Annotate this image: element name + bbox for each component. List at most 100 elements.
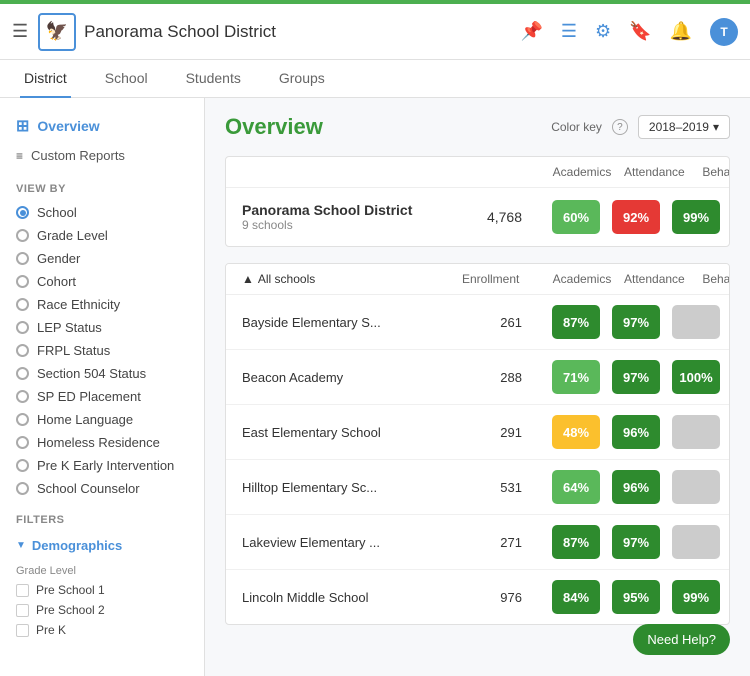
- need-help-button[interactable]: Need Help?: [633, 624, 730, 655]
- th-behavior: Behavior: [696, 272, 730, 286]
- radio-cohort[interactable]: [16, 275, 29, 288]
- checkbox-preschool2-box[interactable]: [16, 604, 29, 617]
- filters-label: FILTERS: [0, 500, 204, 532]
- sidebar: ⊞ Overview ≡ Custom Reports VIEW BY Scho…: [0, 98, 205, 676]
- bell-icon[interactable]: 🔔: [670, 21, 692, 42]
- school-name: East Elementary School: [242, 425, 462, 440]
- radio-race-ethnicity[interactable]: [16, 298, 29, 311]
- radio-frpl-status[interactable]: [16, 344, 29, 357]
- custom-reports-label: Custom Reports: [31, 148, 125, 163]
- main-content: Overview Color key ? 2018–2019 ▾ Academi…: [205, 98, 750, 676]
- district-metric-headers: Academics Attendance Behavior SEL: [552, 165, 730, 179]
- logo-area: 🦅 Panorama School District: [38, 13, 276, 51]
- table-row[interactable]: Bayside Elementary S... 261 87% 97% 60%: [226, 295, 729, 350]
- dropdown-chevron-icon: ▾: [713, 120, 719, 134]
- radio-homeless-residence[interactable]: [16, 436, 29, 449]
- label-lep-status: LEP Status: [37, 320, 102, 335]
- district-enrollment: 4,768: [462, 209, 552, 225]
- year-label: 2018–2019: [649, 120, 709, 134]
- badge-behavior: [672, 525, 720, 559]
- tab-groups[interactable]: Groups: [275, 60, 329, 98]
- nav-tabs: District School Students Groups: [0, 60, 750, 98]
- district-academics-badge: 60%: [552, 200, 600, 234]
- district-attendance-badge: 92%: [612, 200, 660, 234]
- radio-lep-status[interactable]: [16, 321, 29, 334]
- pin-icon[interactable]: 📌: [520, 21, 542, 42]
- avatar[interactable]: T: [710, 18, 738, 46]
- bookmark-icon[interactable]: 🔖: [629, 21, 651, 42]
- district-overview-card: Academics Attendance Behavior SEL Panora…: [225, 156, 730, 247]
- sidebar-item-sped-placement[interactable]: SP ED Placement: [0, 385, 204, 408]
- badge-behavior: [672, 470, 720, 504]
- table-row[interactable]: Lakeview Elementary ... 271 87% 97%: [226, 515, 729, 570]
- checkbox-preschool2[interactable]: Pre School 2: [0, 600, 204, 620]
- school-enrollment: 291: [462, 425, 552, 440]
- sidebar-item-504-status[interactable]: Section 504 Status: [0, 362, 204, 385]
- district-name: Panorama School District: [242, 202, 462, 218]
- grade-level-filter-label: Grade Level: [0, 559, 204, 580]
- sidebar-item-frpl-status[interactable]: FRPL Status: [0, 339, 204, 362]
- checkbox-prek-box[interactable]: [16, 624, 29, 637]
- radio-gender[interactable]: [16, 252, 29, 265]
- radio-home-language[interactable]: [16, 413, 29, 426]
- row-badges: 84% 95% 99% 85%: [552, 580, 730, 614]
- checkbox-preschool1[interactable]: Pre School 1: [0, 580, 204, 600]
- sidebar-item-cohort[interactable]: Cohort: [0, 270, 204, 293]
- hamburger-icon[interactable]: ☰: [12, 21, 28, 42]
- district-behavior-badge: 99%: [672, 200, 720, 234]
- demographics-filter-header[interactable]: ▼ Demographics: [0, 532, 204, 559]
- sidebar-item-gender[interactable]: Gender: [0, 247, 204, 270]
- badge-attendance: 96%: [612, 415, 660, 449]
- badge-attendance: 95%: [612, 580, 660, 614]
- tab-students[interactable]: Students: [182, 60, 245, 98]
- radio-school[interactable]: [16, 206, 29, 219]
- sidebar-item-race-ethnicity[interactable]: Race Ethnicity: [0, 293, 204, 316]
- checkbox-preschool1-box[interactable]: [16, 584, 29, 597]
- school-enrollment: 261: [462, 315, 552, 330]
- filter-icon[interactable]: ☰: [561, 21, 577, 42]
- badge-behavior: 100%: [672, 360, 720, 394]
- radio-prek-early-intervention[interactable]: [16, 459, 29, 472]
- label-school: School: [37, 205, 77, 220]
- radio-school-counselor[interactable]: [16, 482, 29, 495]
- tab-school[interactable]: School: [101, 60, 152, 98]
- sidebar-item-school[interactable]: School: [0, 201, 204, 224]
- tab-district[interactable]: District: [20, 60, 71, 98]
- label-school-counselor: School Counselor: [37, 481, 140, 496]
- sidebar-item-custom-reports[interactable]: ≡ Custom Reports: [0, 142, 204, 169]
- table-row[interactable]: Hilltop Elementary Sc... 531 64% 96% 86%: [226, 460, 729, 515]
- badge-academics: 87%: [552, 305, 600, 339]
- radio-grade-level[interactable]: [16, 229, 29, 242]
- table-row[interactable]: Beacon Academy 288 71% 97% 100% 49%: [226, 350, 729, 405]
- top-bar: ☰ 🦅 Panorama School District 📌 ☰ ⚙ 🔖 🔔 T: [0, 4, 750, 60]
- label-gender: Gender: [37, 251, 80, 266]
- table-row[interactable]: Lincoln Middle School 976 84% 95% 99% 85…: [226, 570, 729, 624]
- top-icons: 📌 ☰ ⚙ 🔖 🔔 T: [520, 18, 738, 46]
- row-badges: 48% 96% 61%: [552, 415, 730, 449]
- sidebar-item-lep-status[interactable]: LEP Status: [0, 316, 204, 339]
- sidebar-item-homeless-residence[interactable]: Homeless Residence: [0, 431, 204, 454]
- sidebar-item-overview[interactable]: ⊞ Overview: [0, 110, 204, 142]
- badge-behavior: 99%: [672, 580, 720, 614]
- label-frpl-status: FRPL Status: [37, 343, 110, 358]
- schools-table: ▲ All schools Enrollment Academics Atten…: [225, 263, 730, 625]
- row-badges: 87% 97%: [552, 525, 730, 559]
- table-row[interactable]: East Elementary School 291 48% 96% 61%: [226, 405, 729, 460]
- sidebar-item-grade-level[interactable]: Grade Level: [0, 224, 204, 247]
- sidebar-item-school-counselor[interactable]: School Counselor: [0, 477, 204, 500]
- compare-icon[interactable]: ⚙: [595, 21, 611, 42]
- chevron-down-icon: ▼: [16, 540, 26, 551]
- overview-label: Overview: [37, 118, 99, 134]
- color-key-help-icon[interactable]: ?: [612, 119, 628, 135]
- label-cohort: Cohort: [37, 274, 76, 289]
- row-badges: 64% 96% 86%: [552, 470, 730, 504]
- radio-504-status[interactable]: [16, 367, 29, 380]
- sidebar-item-home-language[interactable]: Home Language: [0, 408, 204, 431]
- col-header-attendance: Attendance: [624, 165, 684, 179]
- radio-sped-placement[interactable]: [16, 390, 29, 403]
- badge-attendance: 97%: [612, 305, 660, 339]
- year-dropdown[interactable]: 2018–2019 ▾: [638, 115, 730, 139]
- sort-all-schools[interactable]: ▲ All schools: [242, 272, 462, 286]
- sidebar-item-prek-early-intervention[interactable]: Pre K Early Intervention: [0, 454, 204, 477]
- checkbox-prek[interactable]: Pre K: [0, 620, 204, 640]
